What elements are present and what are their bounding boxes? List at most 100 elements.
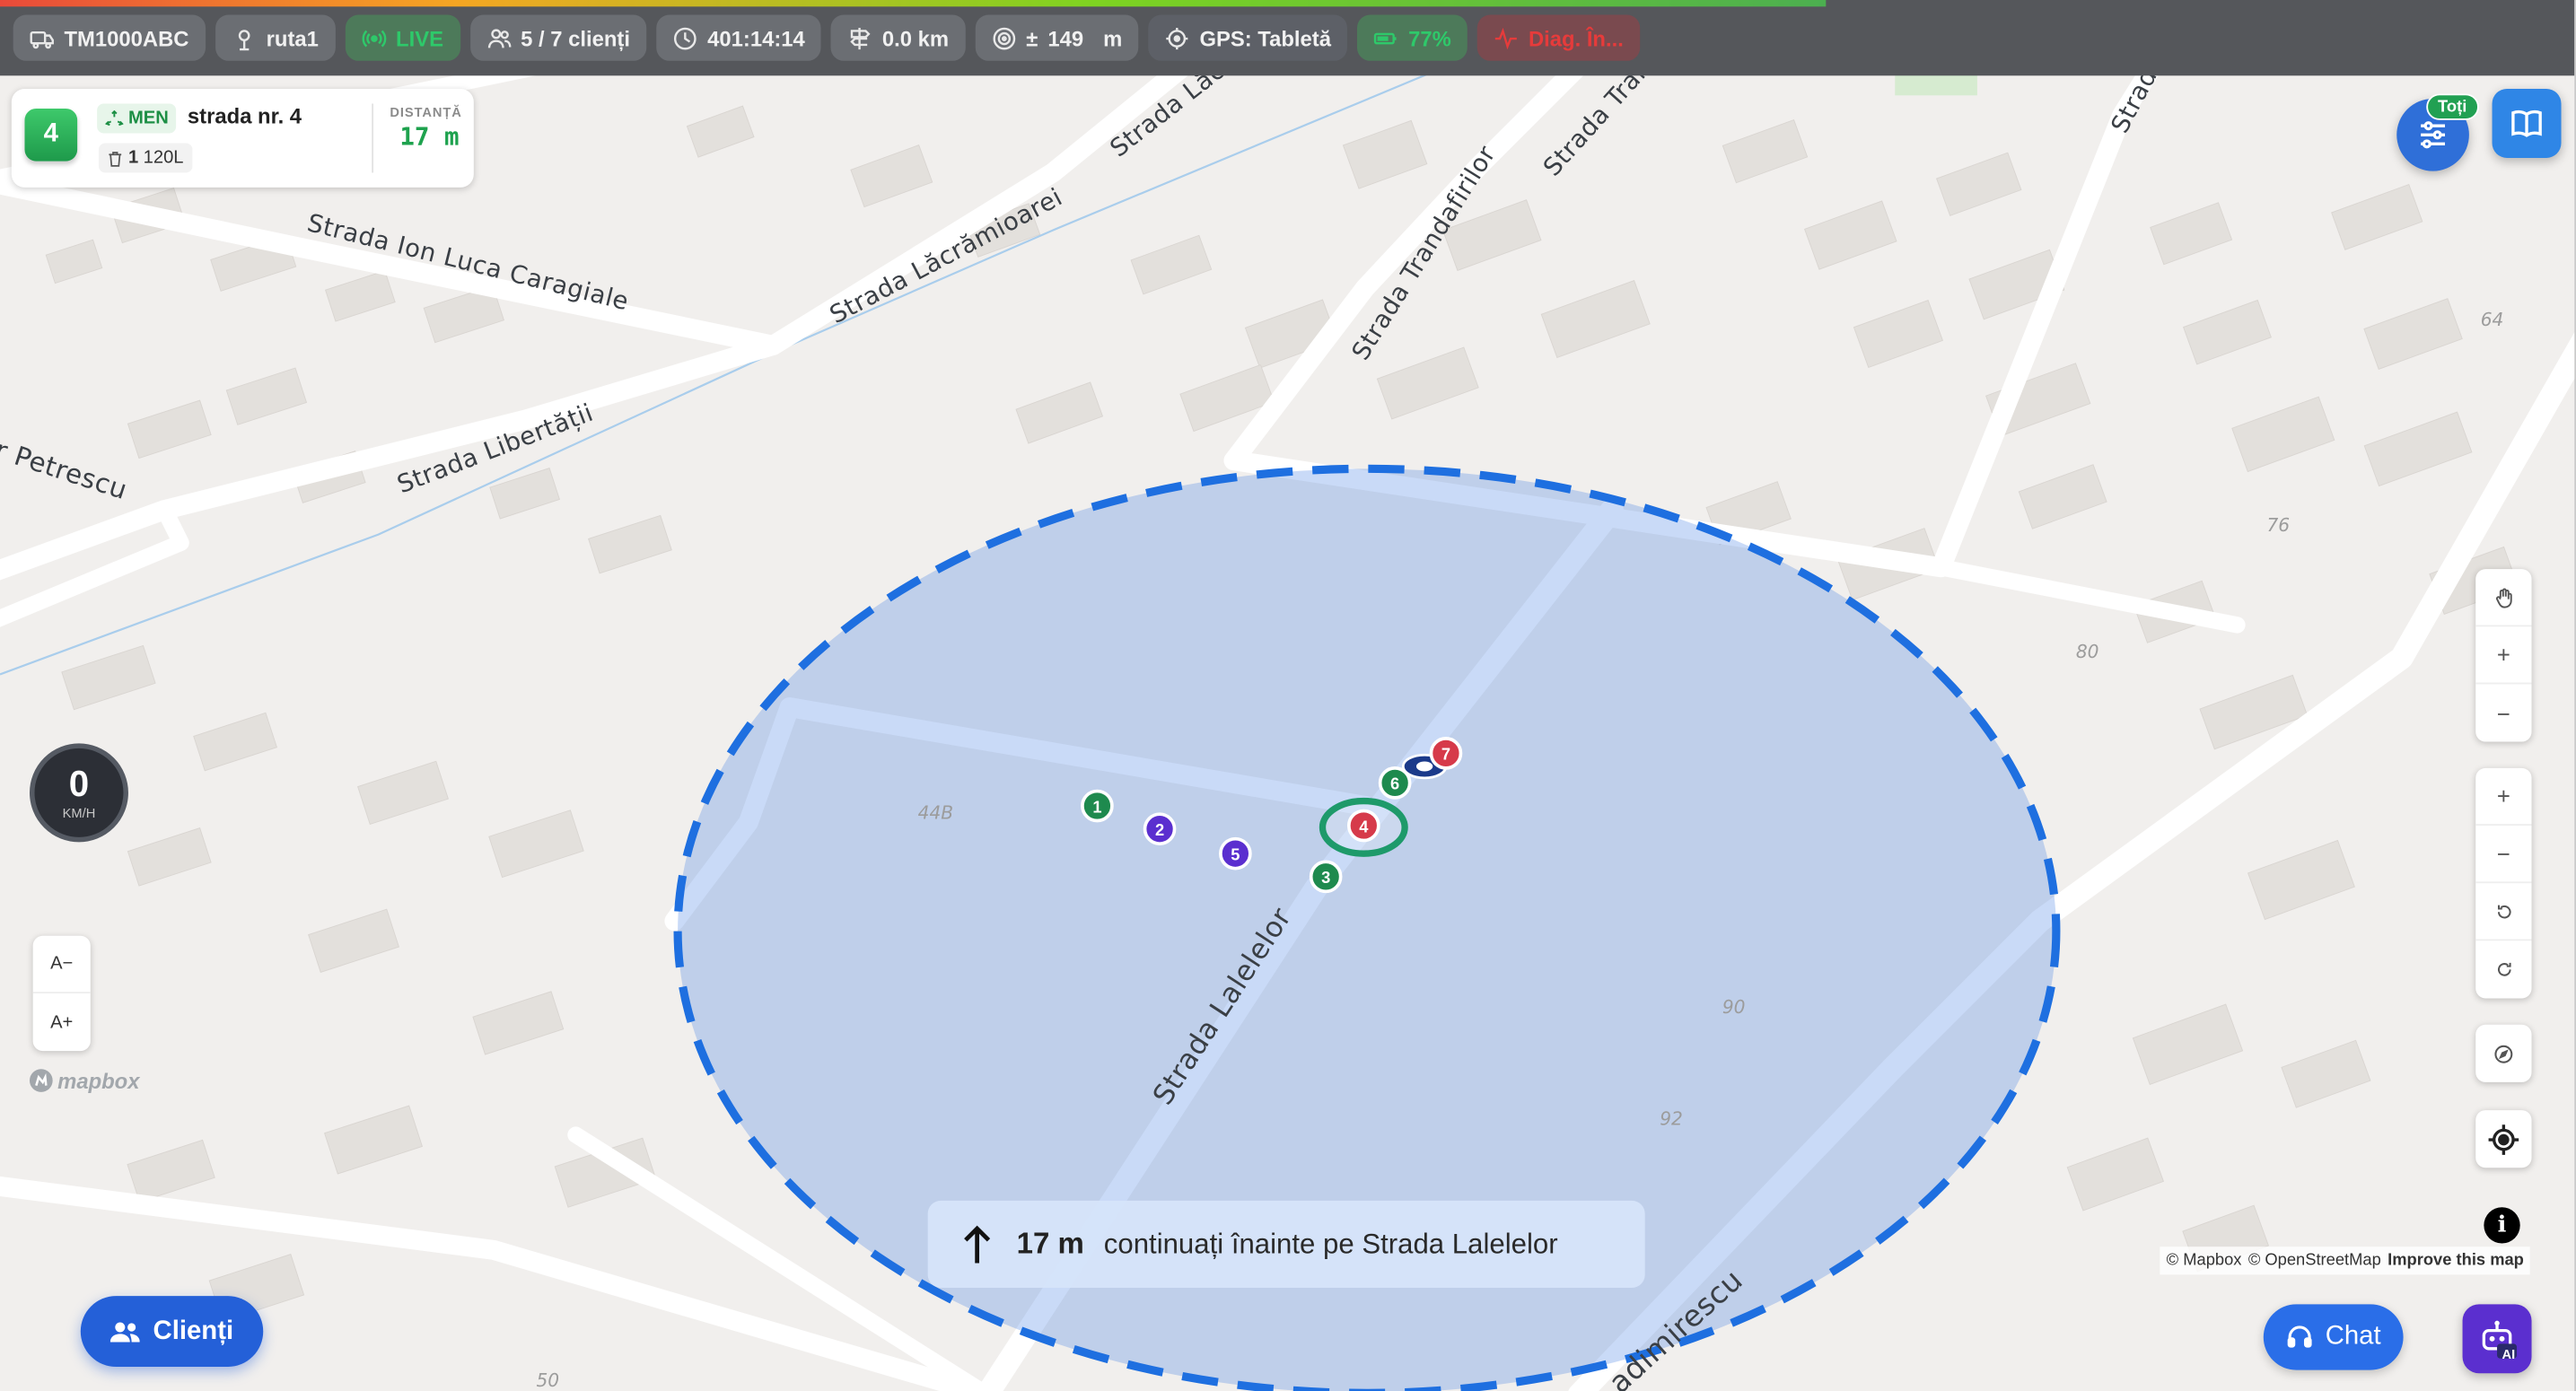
top-status-bar: TM1000ABC ruta1 LIVE 5 / 7 clienți 401:1… xyxy=(0,0,2575,76)
map-controls-top: + − xyxy=(2475,569,2532,742)
vehicle-chip[interactable]: TM1000ABC xyxy=(13,14,206,61)
zoom-out-button[interactable]: − xyxy=(2475,684,2531,741)
client-marker-label: 1 xyxy=(1092,797,1101,816)
rotate-right-button[interactable] xyxy=(2475,940,2531,998)
battery-level: 77% xyxy=(1408,25,1451,50)
client-marker-7[interactable]: 7 xyxy=(1429,737,1463,770)
client-marker-1[interactable]: 1 xyxy=(1081,789,1114,823)
map-house-number: 80 xyxy=(2076,641,2099,662)
chat-button-label: Chat xyxy=(2325,1322,2381,1351)
map-house-number: 64 xyxy=(2481,309,2504,330)
app-frame: Strada Ion Luca Caragiale Strada Lăcrămi… xyxy=(0,0,2576,1391)
route-pin-icon xyxy=(238,29,250,50)
hand-icon xyxy=(2495,587,2511,608)
navigation-instruction: 17 m continuați înainte pe Strada Lalele… xyxy=(927,1200,1645,1289)
distance-label: DISTANȚĂ xyxy=(390,105,462,120)
zoom-in-button-2[interactable]: + xyxy=(2475,768,2532,827)
gps-source: GPS: Tabletă xyxy=(1199,25,1331,50)
minus-icon: − xyxy=(2496,840,2510,867)
map-house-number: 90 xyxy=(1722,996,1746,1018)
distance-traveled: 0.0 km xyxy=(881,25,950,50)
sliders-icon xyxy=(2421,121,2446,149)
recenter-button[interactable] xyxy=(2475,1110,2532,1168)
map-house-number: 76 xyxy=(2266,514,2290,536)
client-marker-label: 5 xyxy=(1231,845,1240,864)
client-marker-label: 2 xyxy=(1155,820,1164,839)
users-icon xyxy=(110,1321,140,1342)
waste-type: MEN xyxy=(127,108,169,128)
client-marker-2[interactable]: 2 xyxy=(1143,812,1177,846)
trash-bin-icon xyxy=(109,151,122,166)
client-marker-6[interactable]: 6 xyxy=(1378,766,1412,800)
bin-size: 120L xyxy=(143,147,184,168)
font-increase-button[interactable]: A+ xyxy=(33,993,91,1051)
zoom-in-button[interactable]: + xyxy=(2475,626,2532,685)
bin-count: 1 xyxy=(127,147,139,168)
truck-icon xyxy=(30,31,54,48)
client-marker-4[interactable]: 4 xyxy=(1346,809,1380,843)
rotate-left-button[interactable] xyxy=(2475,883,2532,941)
diagnostics-chip[interactable]: Diag. În... xyxy=(1477,14,1641,61)
client-number-badge: 4 xyxy=(24,108,78,162)
font-size-controls: A− A+ xyxy=(32,935,91,1052)
mapbox-logo[interactable]: mapbox xyxy=(28,1067,139,1093)
battery-chip: 77% xyxy=(1357,14,1468,61)
ai-assistant-button[interactable]: AI xyxy=(2462,1304,2532,1374)
progress-accent-bar xyxy=(0,0,1827,7)
elapsed-time: 401:14:14 xyxy=(707,25,805,50)
client-marker-label: 4 xyxy=(1359,817,1369,835)
plus-icon: + xyxy=(2496,783,2510,809)
clients-progress: 5 / 7 clienți xyxy=(521,25,631,50)
waste-type-badge: MEN xyxy=(97,103,177,134)
speed-unit: KM/H xyxy=(62,805,96,820)
signpost-icon xyxy=(850,27,872,49)
compass-icon xyxy=(2494,1044,2513,1063)
accuracy-value: 149 xyxy=(1047,25,1084,50)
recycle-icon xyxy=(105,109,124,126)
nav-instruction-text: continuați înainte pe Strada Lalelelor xyxy=(1103,1228,1558,1259)
speedometer: 0 KM/H xyxy=(29,743,128,843)
clients-progress-chip[interactable]: 5 / 7 clienți xyxy=(469,14,647,61)
client-marker-label: 3 xyxy=(1321,868,1330,887)
map-house-number: 50 xyxy=(536,1369,559,1391)
map-attribution: © Mapbox © OpenStreetMap Improve this ma… xyxy=(2160,1247,2531,1275)
map-canvas[interactable]: Strada Ion Luca Caragiale Strada Lăcrămi… xyxy=(0,0,2576,1391)
headset-icon xyxy=(2286,1325,2311,1348)
mapbox-logo-icon xyxy=(29,1069,53,1092)
speed-value: 0 xyxy=(68,762,90,804)
book-icon xyxy=(2511,109,2542,137)
route-name: ruta1 xyxy=(266,25,319,50)
minus-icon: − xyxy=(2496,699,2510,727)
current-client-card[interactable]: 4 MEN strada nr. 4 1 120L DISTANȚĂ 17 m xyxy=(11,88,474,188)
attribution-osm[interactable]: © OpenStreetMap xyxy=(2248,1252,2381,1270)
plus-icon: + xyxy=(2496,641,2510,669)
distance-chip: 0.0 km xyxy=(831,14,966,61)
rotate-cw-icon xyxy=(2497,962,2510,976)
client-marker-3[interactable]: 3 xyxy=(1309,860,1343,894)
crosshair-icon xyxy=(1166,27,1188,49)
client-marker-label: 7 xyxy=(1441,745,1450,764)
clients-button[interactable]: Clienți xyxy=(80,1296,264,1367)
live-chip: LIVE xyxy=(345,14,460,61)
bins-badge: 1 120L xyxy=(98,143,192,173)
chat-button[interactable]: Chat xyxy=(2263,1304,2404,1370)
clients-button-label: Clienți xyxy=(153,1317,234,1345)
arrow-up-icon xyxy=(964,1224,991,1263)
diagnostics-status: Diag. În... xyxy=(1528,25,1624,50)
gps-source-chip[interactable]: GPS: Tabletă xyxy=(1148,14,1348,61)
info-icon[interactable]: i xyxy=(2484,1207,2520,1244)
compass-button[interactable] xyxy=(2475,1024,2532,1082)
ai-badge-label: AI xyxy=(2502,1346,2516,1362)
live-label: LIVE xyxy=(396,25,444,50)
zoom-out-button-2[interactable]: − xyxy=(2475,826,2532,884)
guide-button[interactable] xyxy=(2492,88,2562,158)
font-decrease-button[interactable]: A− xyxy=(32,936,91,993)
route-chip[interactable]: ruta1 xyxy=(215,14,336,61)
improve-map-link[interactable]: Improve this map xyxy=(2388,1252,2524,1270)
elapsed-time-chip: 401:14:14 xyxy=(656,14,822,61)
target-icon xyxy=(993,26,1015,49)
pan-mode-button[interactable] xyxy=(2475,569,2532,627)
map-controls-middle: + − xyxy=(2475,767,2532,999)
client-marker-5[interactable]: 5 xyxy=(1219,836,1252,870)
attribution-mapbox[interactable]: © Mapbox xyxy=(2167,1252,2242,1270)
